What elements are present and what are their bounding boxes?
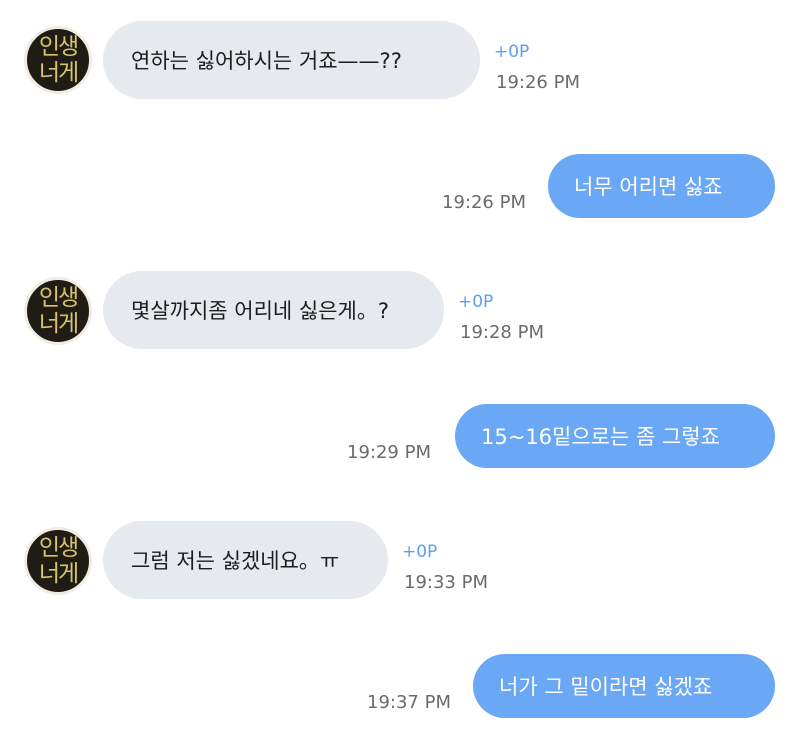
message-bubble[interactable]: 몇살까지좀 어리네 싫은게。? <box>103 271 444 349</box>
message-timestamp: 19:29 PM <box>347 442 431 463</box>
message-bubble[interactable]: 너무 어리면 싫죠 <box>548 154 775 218</box>
avatar-text-line2: 너게 <box>38 311 79 337</box>
message-timestamp: 19:37 PM <box>367 692 451 713</box>
sender-avatar[interactable]: 인생 너게 <box>24 277 92 345</box>
message-bubble[interactable]: 너가 그 밑이라면 싫겠죠 <box>473 654 775 718</box>
message-timestamp: 19:33 PM <box>404 572 488 593</box>
avatar-text-line2: 너게 <box>38 561 79 587</box>
message-bubble[interactable]: 연하는 싫어하시는 거죠——?? <box>103 21 480 99</box>
message-bubble[interactable]: 15~16밑으로는 좀 그렇죠 <box>455 404 775 468</box>
message-timestamp: 19:28 PM <box>460 322 544 343</box>
message-timestamp: 19:26 PM <box>442 192 526 213</box>
avatar-text-line2: 너게 <box>38 60 79 86</box>
message-bubble[interactable]: 그럼 저는 싫겠네요。ㅠ <box>103 521 388 599</box>
sender-avatar[interactable]: 인생 너게 <box>24 26 92 94</box>
points-label: +0P <box>402 542 438 562</box>
avatar-text-line1: 인생 <box>38 285 79 311</box>
message-timestamp: 19:26 PM <box>496 72 580 93</box>
avatar-text-line1: 인생 <box>38 535 79 561</box>
points-label: +0P <box>494 42 530 62</box>
sender-avatar[interactable]: 인생 너게 <box>24 527 92 595</box>
avatar-text-line1: 인생 <box>38 34 79 60</box>
points-label: +0P <box>458 292 494 312</box>
